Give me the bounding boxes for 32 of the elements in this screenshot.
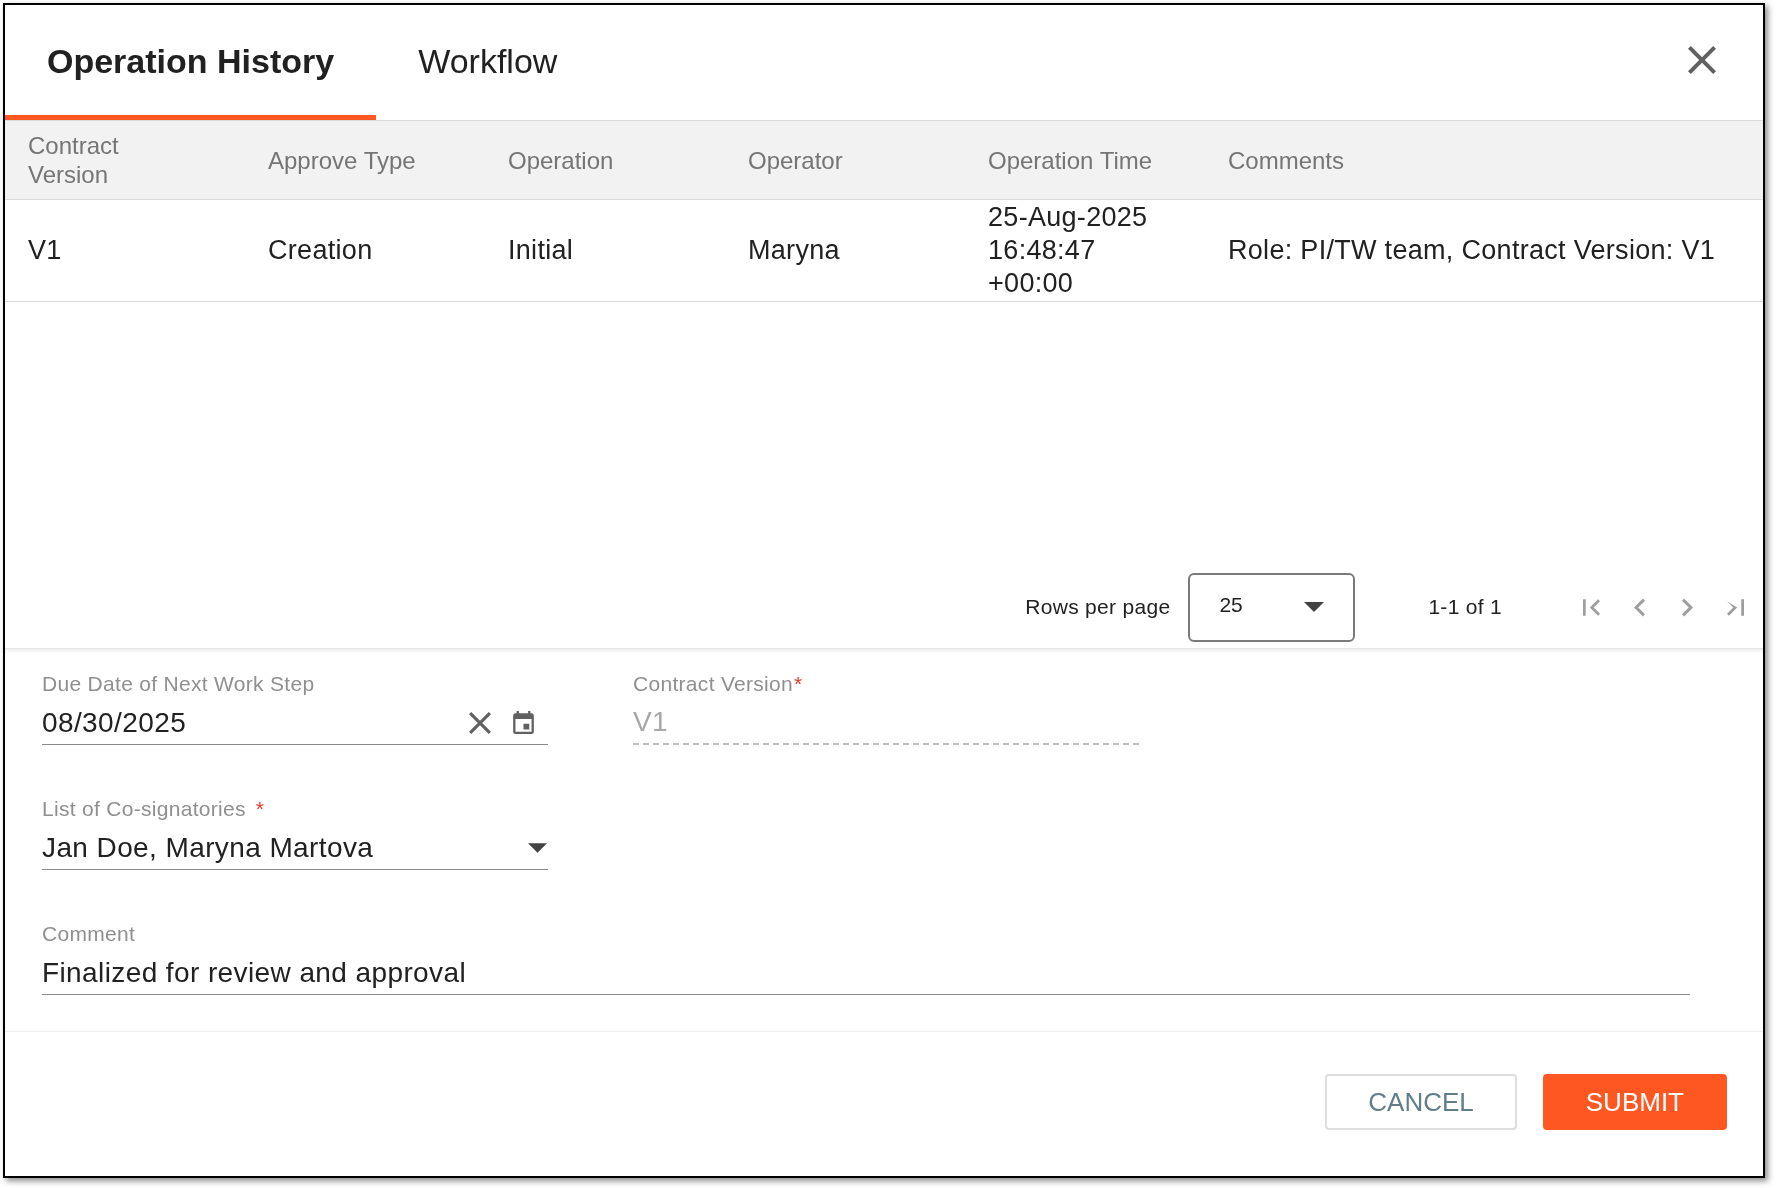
date-field[interactable]: 08/30/2025 [42,701,548,745]
previous-page-icon[interactable] [1633,596,1645,618]
caret-icon[interactable] [1304,601,1325,612]
column-header: Operation [508,145,614,175]
clear-icon[interactable] [469,711,491,734]
column-header: Operator [748,145,843,175]
field-label: Comment [42,921,136,947]
rows-per-page-label: Rows per page [1025,594,1171,621]
column-header: Approve Type [268,145,416,175]
cancel-button[interactable]: CANCEL [1325,1074,1517,1130]
tab[interactable]: Workflow [376,5,600,120]
table-cell-text: 25-Aug-2025 16:48:47 +00:00 [988,201,1149,300]
page-range: 1-1 of 1 [1428,594,1502,621]
rows-per-page-select[interactable]: 25 [1188,572,1356,642]
column-header: Operation Time [988,145,1153,175]
field-label: Due Date of Next Work Step [42,671,315,697]
text-field[interactable]: Finalized for review and approval [42,951,1690,995]
column-header: Contract Version [28,131,120,189]
caret-icon[interactable] [528,842,547,853]
next-page-icon[interactable] [1681,596,1693,618]
table-cell: Maryna [748,234,840,267]
calendar-icon[interactable] [513,711,534,734]
select-field[interactable]: Jan Doe, Maryna Martova [42,826,548,870]
table-cell: Initial [508,234,574,267]
table-cell: V1 [28,234,62,267]
first-page-icon[interactable] [1582,596,1600,618]
table-cell: Creation [268,234,373,267]
column-header: Comments [1228,145,1345,175]
field-label: Contract Version* [633,671,803,697]
last-page-icon[interactable] [1726,596,1744,618]
table-cell: Role: PI/TW team, Contract Version: V1 [1228,234,1716,267]
field-label: List of Co-signatories * [42,796,265,822]
